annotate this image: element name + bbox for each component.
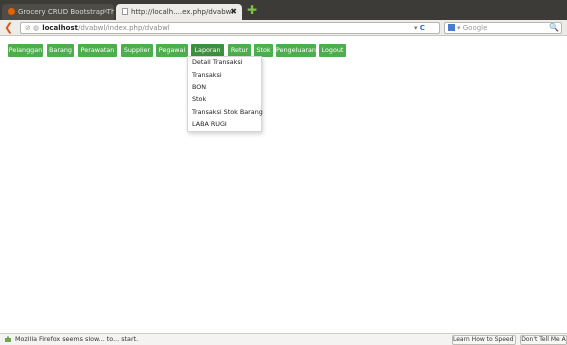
url-bar[interactable]: ⊘ ◍ localhost/dvabwl/index.php/dvabwl: [20, 22, 440, 34]
dropdown-item-stok[interactable]: Stok: [192, 95, 206, 104]
search-icon[interactable]: 🔍: [549, 23, 559, 33]
tab-localhost[interactable]: http://localh....ex.php/dvabwl ✖: [116, 4, 242, 20]
dropdown-item-detail-transaksi[interactable]: Detail Transaksi: [192, 58, 242, 67]
notification-bar: Mozilla Firefox seems slow... to... star…: [0, 333, 567, 345]
url-actions: ▾ C: [414, 23, 425, 33]
tab-strip: Grocery CRUD Bootstrap Th... ✕ http://lo…: [0, 0, 567, 20]
tab-label: Grocery CRUD Bootstrap Th...: [18, 8, 114, 16]
dropdown-item-transaksi-stok-barang[interactable]: Transaksi Stok Barang: [192, 108, 263, 117]
menu-barang[interactable]: Barang: [47, 44, 74, 57]
new-tab-button[interactable]: ✚: [247, 4, 257, 16]
dropdown-item-bon[interactable]: BON: [192, 83, 206, 92]
tab-grocery-crud[interactable]: Grocery CRUD Bootstrap Th... ✕: [2, 4, 114, 20]
menu-supplier[interactable]: Supplier: [121, 44, 153, 57]
reload-icon[interactable]: C: [420, 24, 425, 32]
site-identity-icon: ⊘ ◍: [25, 24, 40, 32]
firefox-icon: [8, 8, 15, 15]
browser-window: Grocery CRUD Bootstrap Th... ✕ http://lo…: [0, 0, 567, 345]
tab-close-icon[interactable]: ✖: [230, 4, 237, 20]
dropdown-item-transaksi[interactable]: Transaksi: [192, 71, 222, 80]
menu-pelanggan[interactable]: Pelanggan: [8, 44, 43, 57]
laporan-dropdown: Detail Transaksi Transaksi BON Stok Tran…: [187, 56, 263, 132]
search-engine-icon[interactable]: [448, 24, 455, 31]
puzzle-icon: [5, 336, 11, 342]
search-placeholder: Google: [462, 24, 488, 32]
dont-tell-me-button[interactable]: Don't Tell Me A: [520, 335, 567, 345]
navigation-toolbar: ❮ ⊘ ◍ localhost/dvabwl/index.php/dvabwl ▾…: [0, 20, 567, 36]
notification-text: Mozilla Firefox seems slow... to... star…: [15, 335, 139, 343]
dropdown-arrow-icon[interactable]: ▾: [414, 24, 418, 32]
url-path: /dvabwl/index.php/dvabwl: [78, 24, 170, 32]
search-bar[interactable]: ▾ Google 🔍: [444, 22, 562, 34]
url-host: localhost: [42, 24, 78, 32]
tab-label: http://localh....ex.php/dvabwl: [131, 8, 234, 16]
menu-pengeluaran[interactable]: Pengeluaran: [276, 44, 316, 57]
learn-speed-button[interactable]: Learn How to Speed It Up: [452, 335, 516, 345]
dropdown-item-laba-rugi[interactable]: LABA RUGI: [192, 120, 227, 129]
tab-close-icon[interactable]: ✕: [102, 4, 109, 20]
back-button[interactable]: ❮: [4, 21, 16, 34]
menu-perawatan[interactable]: Perawatan: [78, 44, 117, 57]
page-icon: [122, 8, 128, 15]
menu-logout[interactable]: Logout: [319, 44, 346, 57]
menu-pegawai[interactable]: Pegawai: [156, 44, 188, 57]
